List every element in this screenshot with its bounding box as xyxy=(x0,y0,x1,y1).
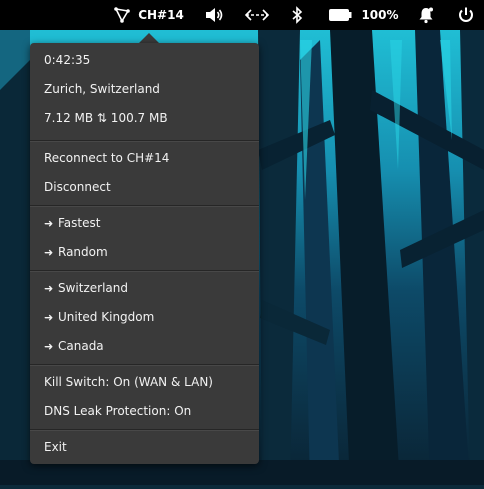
connect-fastest-menu-item[interactable]: ➜ Fastest xyxy=(44,211,249,235)
connection-location: Zurich, Switzerland xyxy=(44,77,249,101)
notification-bell-icon[interactable] xyxy=(414,0,438,30)
battery-icon[interactable] xyxy=(326,0,354,30)
reconnect-menu-item[interactable]: Reconnect to CH#14 xyxy=(44,146,249,170)
connection-location-text: Zurich, Switzerland xyxy=(44,82,160,96)
traffic-stats: 7.12 MB ⇅ 100.7 MB xyxy=(44,106,249,130)
menu-separator xyxy=(30,364,259,366)
menu-separator xyxy=(30,429,259,431)
vpn-triangle-icon[interactable] xyxy=(110,0,134,30)
battery-percentage[interactable]: 100% xyxy=(360,0,400,30)
disconnect-menu-item[interactable]: Disconnect xyxy=(44,175,249,199)
arrow-right-icon: ➜ xyxy=(44,339,54,353)
menu-separator xyxy=(30,140,259,142)
menu-item-label: Random xyxy=(58,245,108,259)
country-switzerland-menu-item[interactable]: ➜ Switzerland xyxy=(44,276,249,300)
vpn-server-label: CH#14 xyxy=(138,8,184,22)
exit-label: Exit xyxy=(44,440,67,454)
top-panel: CH#14 100% xyxy=(0,0,484,30)
dns-leak-label: DNS Leak Protection: On xyxy=(44,404,192,418)
menu-item-label: Fastest xyxy=(58,216,101,230)
disconnect-label: Disconnect xyxy=(44,180,111,194)
vpn-dropdown-menu: 0:42:35 Zurich, Switzerland 7.12 MB ⇅ 10… xyxy=(30,43,259,464)
menu-pointer xyxy=(139,33,159,43)
country-canada-menu-item[interactable]: ➜ Canada xyxy=(44,334,249,358)
dns-leak-protection-menu-item[interactable]: DNS Leak Protection: On xyxy=(44,399,249,423)
kill-switch-menu-item[interactable]: Kill Switch: On (WAN & LAN) xyxy=(44,370,249,394)
menu-item-label: Canada xyxy=(58,339,104,353)
connection-time-text: 0:42:35 xyxy=(44,53,91,67)
menu-separator xyxy=(30,270,259,272)
volume-icon[interactable] xyxy=(202,0,226,30)
battery-percent-text: 100% xyxy=(361,8,399,22)
arrow-right-icon: ➜ xyxy=(44,310,54,324)
connection-time: 0:42:35 xyxy=(44,48,249,72)
bluetooth-icon[interactable] xyxy=(286,0,308,30)
kill-switch-label: Kill Switch: On (WAN & LAN) xyxy=(44,375,213,389)
menu-separator xyxy=(30,205,259,207)
power-icon[interactable] xyxy=(454,0,478,30)
arrow-right-icon: ➜ xyxy=(44,245,54,259)
country-united-kingdom-menu-item[interactable]: ➜ United Kingdom xyxy=(44,305,249,329)
menu-item-label: United Kingdom xyxy=(58,310,155,324)
reconnect-label: Reconnect to CH#14 xyxy=(44,151,170,165)
exit-menu-item[interactable]: Exit xyxy=(44,435,249,459)
arrow-right-icon: ➜ xyxy=(44,281,54,295)
network-arrows-icon[interactable] xyxy=(242,0,272,30)
arrow-right-icon: ➜ xyxy=(44,216,54,230)
connect-random-menu-item[interactable]: ➜ Random xyxy=(44,240,249,264)
vpn-server-indicator[interactable]: CH#14 xyxy=(138,0,184,30)
menu-item-label: Switzerland xyxy=(58,281,128,295)
traffic-stats-text: 7.12 MB ⇅ 100.7 MB xyxy=(44,111,168,125)
